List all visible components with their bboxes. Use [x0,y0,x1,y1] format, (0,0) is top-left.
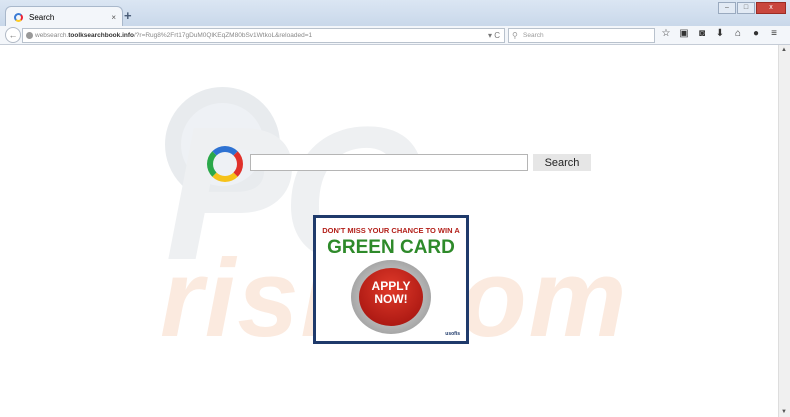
toolbar-icons: ☆ ▣ ◙ ⬇ ⌂ ● ≡ [660,28,780,39]
favicon-icon [14,12,23,22]
back-button[interactable]: ← [5,27,21,43]
green-card-ad[interactable]: DON'T MISS YOUR CHANCE TO WIN A GREEN CA… [313,215,469,344]
url-domain: toolksearchbook.info [68,32,134,39]
menu-icon[interactable]: ≡ [768,28,780,39]
scrollbar[interactable]: ▲ ▼ [778,45,790,417]
maximize-button[interactable]: □ [737,2,755,14]
window-controls: – □ x [718,2,786,14]
tab-search[interactable]: Search × [5,6,123,27]
browser-search-input[interactable]: ⚲ Search [508,28,655,43]
title-bar: Search × + – □ x [0,0,790,27]
new-tab-button[interactable]: + [124,8,132,23]
bookmark-star-icon[interactable]: ☆ [660,28,672,39]
chat-icon[interactable]: ● [750,28,762,39]
search-button[interactable]: Search [533,154,591,171]
now-label: NOW! [374,292,408,306]
close-button[interactable]: x [756,2,786,14]
url-path: /?r=Rug8%2Frt17gDuM0QlKEqZM80bSv1WtkoL&r… [133,32,313,39]
search-icon: ⚲ [512,31,518,40]
globe-icon [26,32,33,39]
url-prefix: websearch. [35,32,69,39]
ad-headline: DON'T MISS YOUR CHANCE TO WIN A [322,226,460,235]
minimize-button[interactable]: – [718,2,736,14]
scroll-up-icon[interactable]: ▲ [781,47,787,53]
apply-now-button[interactable]: APPLY NOW! [351,260,431,334]
ad-brand: usofis [445,331,460,337]
reading-list-icon[interactable]: ▣ [678,28,690,39]
scroll-down-icon[interactable]: ▼ [781,409,787,415]
search-input[interactable] [250,154,528,171]
search-placeholder: Search [523,32,544,39]
download-icon[interactable]: ⬇ [714,28,726,39]
address-bar[interactable]: websearch.toolksearchbook.info/?r=Rug8%2… [22,28,505,43]
tab-title: Search [29,12,55,22]
tab-close-icon[interactable]: × [111,13,116,22]
apply-label: APPLY [371,279,411,293]
nav-toolbar: ← websearch.toolksearchbook.info/?r=Rug8… [0,26,790,45]
pocket-icon[interactable]: ◙ [696,28,708,39]
search-logo-icon [207,146,243,182]
reload-icon[interactable]: ▾ C [488,29,500,42]
home-icon[interactable]: ⌂ [732,28,744,39]
ad-title: GREEN CARD [327,237,455,258]
